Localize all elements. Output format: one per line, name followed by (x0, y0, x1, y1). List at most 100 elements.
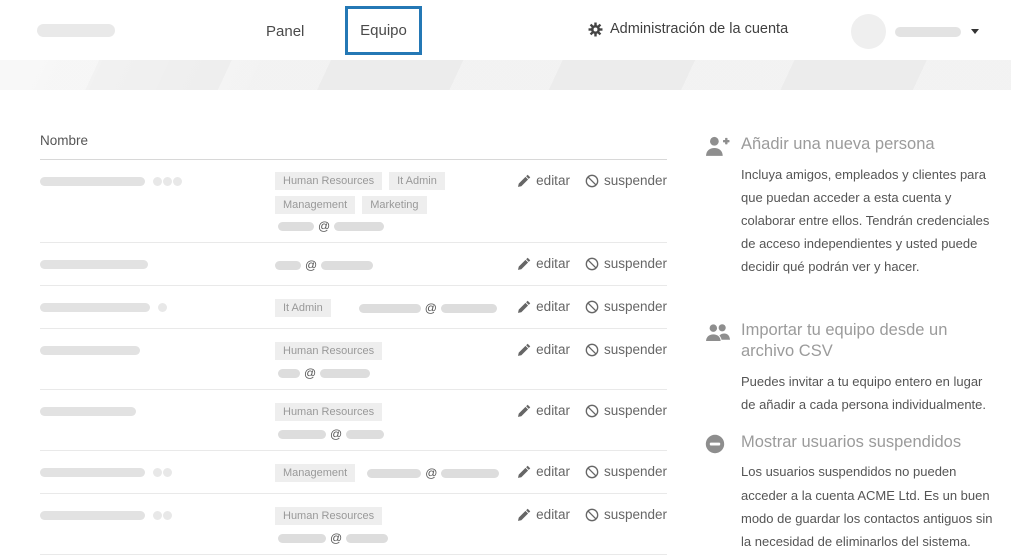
name-cell (40, 298, 275, 312)
suspend-label: suspender (603, 256, 667, 271)
badge-dot (163, 468, 172, 477)
details-cell: Human Resources @ (275, 402, 509, 440)
email-placeholder: @ (278, 220, 509, 232)
edit-button[interactable]: editar (518, 342, 570, 357)
pencil-icon (518, 257, 531, 270)
team-tag: Human Resources (275, 342, 383, 360)
name-placeholder (40, 303, 150, 312)
suspend-button[interactable]: suspender (585, 342, 667, 357)
suspend-button[interactable]: suspender (585, 299, 667, 314)
main-content: Nombre Human Resources It Admin Management… (0, 90, 1011, 555)
badge-dots (152, 511, 172, 520)
sidebar-section-body: Los usuarios suspendidos no pueden acced… (741, 464, 993, 549)
actions-cell: editar suspender (509, 255, 667, 271)
details-cell: Human Resources @ (275, 506, 509, 544)
tab-panel[interactable]: Panel (266, 23, 304, 40)
table-row: @ editar suspender (40, 243, 667, 286)
ban-icon (585, 174, 599, 188)
badge-dots (152, 177, 182, 186)
edit-button[interactable]: editar (518, 173, 570, 188)
minus-circle-icon (705, 434, 731, 459)
team-tag: Human Resources (275, 403, 383, 421)
table-row: Human Resources @ editar suspender (40, 390, 667, 451)
edit-button[interactable]: editar (518, 299, 570, 314)
user-plus-icon (705, 136, 731, 162)
suspend-button[interactable]: suspender (585, 403, 667, 418)
gear-icon (588, 22, 603, 37)
team-tag: Management (275, 464, 356, 482)
user-menu[interactable] (851, 14, 979, 49)
name-cell (40, 506, 275, 520)
suspend-button[interactable]: suspender (585, 464, 667, 479)
badge-dot (163, 177, 172, 186)
sidebar-section-title[interactable]: Importar tu equipo desde un archivo CSV (741, 320, 993, 361)
avatar (851, 14, 886, 49)
ban-icon (585, 508, 599, 522)
actions-cell: editar suspender (509, 341, 667, 357)
sidebar-section-title[interactable]: Mostrar usuarios suspendidos (741, 432, 993, 453)
actions-cell: editar suspender (509, 402, 667, 418)
suspend-label: suspender (603, 403, 667, 418)
suspend-button[interactable]: suspender (585, 173, 667, 188)
badge-dot (158, 303, 167, 312)
email-placeholder: @ (358, 302, 497, 314)
suspend-label: suspender (603, 464, 667, 479)
sidebar-section: Mostrar usuarios suspendidos Los usuario… (705, 432, 999, 553)
edit-label: editar (536, 299, 570, 314)
team-tag: It Admin (275, 299, 331, 317)
team-tag: Management (275, 196, 356, 214)
suspend-button[interactable]: suspender (585, 507, 667, 522)
badge-dot (163, 511, 172, 520)
sidebar-section-body: Incluya amigos, empleados y clientes par… (741, 166, 990, 275)
edit-button[interactable]: editar (518, 464, 570, 479)
table-row: It Admin @ editar suspender (40, 286, 667, 329)
edit-label: editar (536, 173, 570, 188)
badge-dot (153, 177, 162, 186)
badge-dot (153, 468, 162, 477)
email-placeholder: @ (275, 259, 374, 271)
suspend-label: suspender (603, 173, 667, 188)
sidebar-section: Importar tu equipo desde un archivo CSV … (704, 320, 999, 416)
details-cell: Human Resources It Admin Management Marketi… (275, 172, 509, 232)
ban-icon (585, 257, 599, 271)
team-tag: Marketing (362, 196, 427, 214)
help-sidebar: Añadir una nueva persona Incluya amigos,… (704, 134, 999, 553)
edit-button[interactable]: editar (518, 403, 570, 418)
edit-label: editar (536, 342, 570, 357)
team-table: Nombre Human Resources It Admin Management… (40, 90, 667, 555)
email-placeholder: @ (278, 367, 509, 379)
edit-label: editar (536, 464, 570, 479)
edit-label: editar (536, 403, 570, 418)
account-admin-label: Administración de la cuenta (610, 21, 789, 37)
sidebar-section-body: Puedes invitar a tu equipo entero en lug… (741, 373, 987, 412)
pencil-icon (518, 174, 531, 187)
suspend-button[interactable]: suspender (585, 256, 667, 271)
name-cell (40, 402, 275, 416)
edit-button[interactable]: editar (518, 507, 570, 522)
table-row: Management @ editar suspender (40, 451, 667, 494)
edit-button[interactable]: editar (518, 256, 570, 271)
subheader-band (0, 60, 1011, 90)
ban-icon (585, 404, 599, 418)
suspend-label: suspender (603, 507, 667, 522)
user-name-placeholder (895, 26, 961, 37)
table-row: Human Resources It Admin Management Marketi… (40, 160, 667, 243)
pencil-icon (518, 343, 531, 356)
account-admin-link[interactable]: Administración de la cuenta (588, 21, 788, 37)
actions-cell: editar suspender (509, 298, 667, 314)
badge-dots (152, 468, 172, 477)
name-placeholder (40, 468, 145, 477)
ban-icon (585, 300, 599, 314)
sidebar-section-title[interactable]: Añadir una nueva persona (741, 134, 993, 155)
badge-dots (157, 303, 167, 312)
name-placeholder (40, 260, 148, 269)
name-placeholder (40, 177, 145, 186)
column-header-nombre: Nombre (40, 90, 667, 160)
actions-cell: editar suspender (509, 463, 667, 479)
team-tag: It Admin (389, 172, 445, 190)
pencil-icon (518, 465, 531, 478)
tab-equipo[interactable]: Equipo (345, 6, 422, 55)
name-placeholder (40, 346, 140, 355)
table-row: Human Resources @ editar suspender (40, 329, 667, 390)
logo-placeholder (37, 24, 115, 37)
